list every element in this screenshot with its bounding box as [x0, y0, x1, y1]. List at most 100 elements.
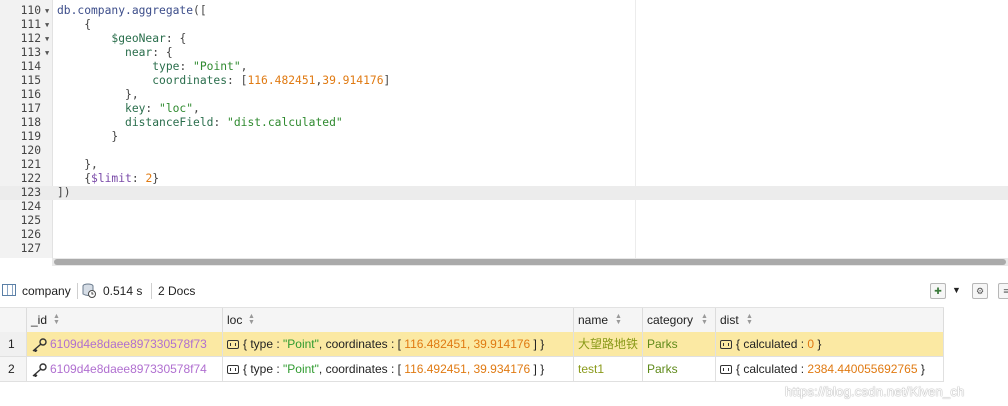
id-value: 6109d4e8daee897330578f74 — [50, 362, 207, 376]
code-line[interactable]: 113 ▼ near: { — [0, 46, 1008, 60]
code-token: } — [57, 130, 119, 143]
code-token: ] — [383, 74, 391, 87]
cell-loc[interactable]: { type : "Point", coordinates : [ 116.48… — [223, 332, 574, 356]
line-number: 120 — [20, 144, 41, 157]
column-header-loc[interactable]: loc ▲ ▼ — [223, 308, 574, 332]
dist-value: 2384.440055692765 — [807, 362, 918, 376]
code-token: } — [152, 172, 160, 185]
fold-arrow-icon[interactable]: ▼ — [45, 4, 51, 18]
code-token: ]) — [57, 186, 71, 199]
code-line[interactable]: 116 }, — [0, 88, 1008, 102]
sort-icon[interactable]: ▲ ▼ — [248, 313, 255, 326]
code-text: db.company.aggregate([ — [57, 4, 207, 18]
line-number: 122 — [20, 172, 41, 185]
cell-loc[interactable]: { type : "Point", coordinates : [ 116.49… — [223, 357, 574, 381]
settings-icon[interactable]: ⚙ — [972, 283, 988, 299]
cell-dist[interactable]: { calculated : 0 } — [716, 332, 944, 356]
code-line[interactable]: 121 }, — [0, 158, 1008, 172]
code-line[interactable]: 120 — [0, 144, 1008, 158]
loc-text: , coordinates : [ — [318, 337, 405, 351]
code-line[interactable]: 111 ▼ { — [0, 18, 1008, 32]
result-status-bar: company 0.514 s 2 Docs ✚ ▼ ⚙ ≡ — [0, 279, 1008, 303]
table-row[interactable]: 1 6109d4e8daee897330578f73 { type : "Poi… — [0, 332, 944, 357]
execution-time: 0.514 s — [103, 284, 143, 298]
cell-name[interactable]: 大望路地铁 — [574, 332, 643, 356]
row-number-header — [0, 308, 27, 332]
code-token: : — [145, 102, 160, 115]
code-line[interactable]: 126 — [0, 228, 1008, 242]
column-header-id[interactable]: _id ▲ ▼ — [27, 308, 223, 332]
fold-arrow-icon[interactable]: ▼ — [45, 32, 51, 46]
code-text: } — [57, 130, 118, 144]
column-label: _id — [31, 313, 48, 327]
document-count: 2 Docs — [158, 284, 196, 298]
column-label: category — [647, 313, 694, 327]
dist-text: } — [814, 337, 822, 351]
status-divider — [151, 283, 152, 299]
line-number: 111 — [20, 18, 41, 31]
column-header-name[interactable]: name ▲ ▼ — [574, 308, 643, 332]
object-icon — [720, 365, 732, 375]
code-text: coordinates: [116.482451,39.914176] — [57, 74, 390, 88]
code-text: key: "loc", — [57, 102, 200, 116]
code-token: $geoNear — [111, 32, 166, 45]
code-line[interactable]: 112 ▼ $geoNear: { — [0, 32, 1008, 46]
line-number: 114 — [20, 60, 41, 73]
view-mode-icon[interactable]: ≡ — [998, 283, 1008, 299]
object-icon — [227, 340, 239, 350]
cell-name[interactable]: test1 — [574, 357, 643, 381]
sort-icon[interactable]: ▲ ▼ — [746, 313, 753, 326]
code-line[interactable]: 117 key: "loc", — [0, 102, 1008, 116]
editor-scrollbar-thumb[interactable] — [54, 259, 1006, 265]
cell-category[interactable]: Parks — [643, 332, 716, 356]
code-token: "loc" — [159, 102, 194, 115]
code-token: ([ — [193, 4, 207, 17]
longitude-value: 116.482451 — [404, 337, 467, 351]
line-number: 112 — [20, 32, 41, 45]
editor-horizontal-scrollbar[interactable] — [52, 258, 1008, 266]
code-token: : [ — [227, 74, 248, 87]
cell-id[interactable]: 6109d4e8daee897330578f73 — [27, 332, 223, 356]
sort-icon[interactable]: ▲ ▼ — [701, 313, 708, 326]
watermark: https://blog.csdn.net/Kiven_ch — [785, 384, 965, 399]
cell-dist[interactable]: { calculated : 2384.440055692765 } — [716, 357, 944, 381]
line-number: 119 — [20, 130, 41, 143]
fold-arrow-icon[interactable]: ▼ — [45, 46, 51, 60]
cell-category[interactable]: Parks — [643, 357, 716, 381]
table-icon — [2, 284, 16, 296]
object-icon — [720, 340, 732, 350]
code-line[interactable]: 118 distanceField: "dist.calculated" — [0, 116, 1008, 130]
code-line[interactable]: 125 — [0, 214, 1008, 228]
code-line[interactable]: 119 } — [0, 130, 1008, 144]
column-label: loc — [227, 313, 243, 327]
query-editor[interactable]: 110 ▼ db.company.aggregate([111 ▼ {112 ▼ $ge… — [0, 0, 1008, 258]
loc-text: { type : — [243, 362, 284, 376]
export-icon[interactable]: ✚ — [930, 283, 946, 299]
code-line[interactable]: 110 ▼ db.company.aggregate([ — [0, 4, 1008, 18]
code-line[interactable]: 122 {$limit: 2} — [0, 172, 1008, 186]
code-token: , — [240, 60, 248, 73]
table-row[interactable]: 2 6109d4e8daee897330578f74 { type : "Poi… — [0, 357, 944, 382]
key-icon — [32, 338, 47, 352]
chevron-down-icon[interactable]: ▼ — [952, 282, 961, 298]
column-header-category[interactable]: category ▲ ▼ — [643, 308, 716, 332]
fold-arrow-icon[interactable]: ▼ — [45, 18, 51, 32]
column-header-dist[interactable]: dist ▲ ▼ — [716, 308, 944, 332]
line-number: 113 — [20, 46, 41, 59]
dist-text: { calculated : — [736, 362, 808, 376]
sort-icon[interactable]: ▲ ▼ — [615, 313, 622, 326]
code-line[interactable]: 127 — [0, 242, 1008, 256]
loc-text: ] } — [530, 337, 545, 351]
code-line[interactable]: 124 — [0, 200, 1008, 214]
line-number: 115 — [20, 74, 41, 87]
status-divider — [77, 283, 78, 299]
cell-id[interactable]: 6109d4e8daee897330578f74 — [27, 357, 223, 381]
line-number: 125 — [20, 214, 41, 227]
sort-icon[interactable]: ▲ ▼ — [53, 313, 60, 326]
code-line[interactable]: 123]) — [0, 186, 1008, 200]
code-line[interactable]: 114 type: "Point", — [0, 60, 1008, 74]
code-text: }, — [57, 88, 139, 102]
code-line[interactable]: 115 coordinates: [116.482451,39.914176] — [0, 74, 1008, 88]
